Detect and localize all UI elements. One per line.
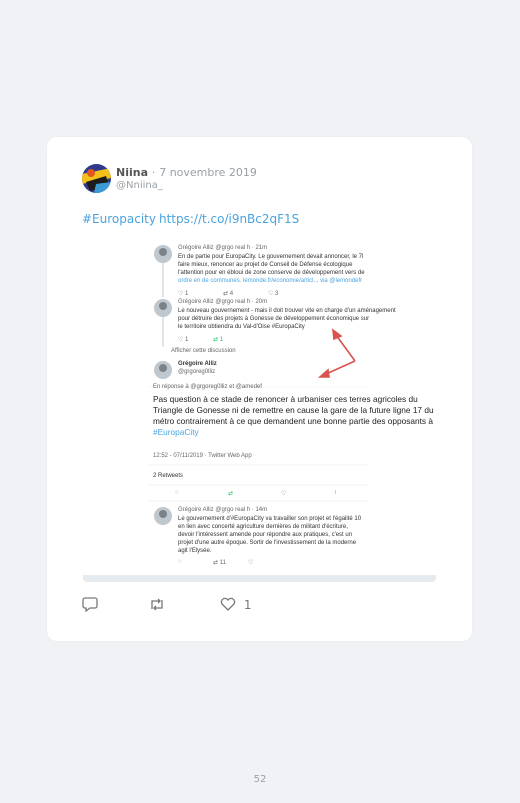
like-button[interactable]: 1 — [220, 597, 251, 612]
author-handle[interactable]: @Nniina_ — [116, 180, 163, 191]
author-line: Niina · 7 novembre 2019 — [116, 166, 257, 179]
embedded-screenshot[interactable]: Grégoire Alliz @grgo real h · 21m En de … — [83, 237, 436, 582]
tweet-card: Niina · 7 novembre 2019 @Nniina_ #Europa… — [47, 137, 472, 641]
reply-button[interactable] — [82, 597, 98, 615]
tweet-actions: 1 — [82, 597, 332, 617]
tweet-text: #Europacity https://t.co/i9nBc2qF1S — [82, 212, 302, 226]
url-link[interactable]: https://t.co/i9nBc2qF1S — [159, 212, 299, 226]
separator: · — [151, 166, 156, 179]
retweet-button[interactable] — [148, 597, 166, 615]
page-number: 52 — [253, 774, 267, 785]
tweet-date[interactable]: 7 novembre 2019 — [159, 166, 257, 179]
like-icon — [220, 597, 236, 611]
annotation-arrows — [317, 328, 356, 378]
author-name[interactable]: Niina — [116, 166, 148, 179]
hashtag-link[interactable]: #Europacity — [82, 212, 156, 226]
reply-icon — [82, 597, 98, 613]
retweet-icon — [151, 598, 163, 611]
avatar[interactable] — [82, 164, 111, 193]
like-count: 1 — [243, 598, 252, 612]
